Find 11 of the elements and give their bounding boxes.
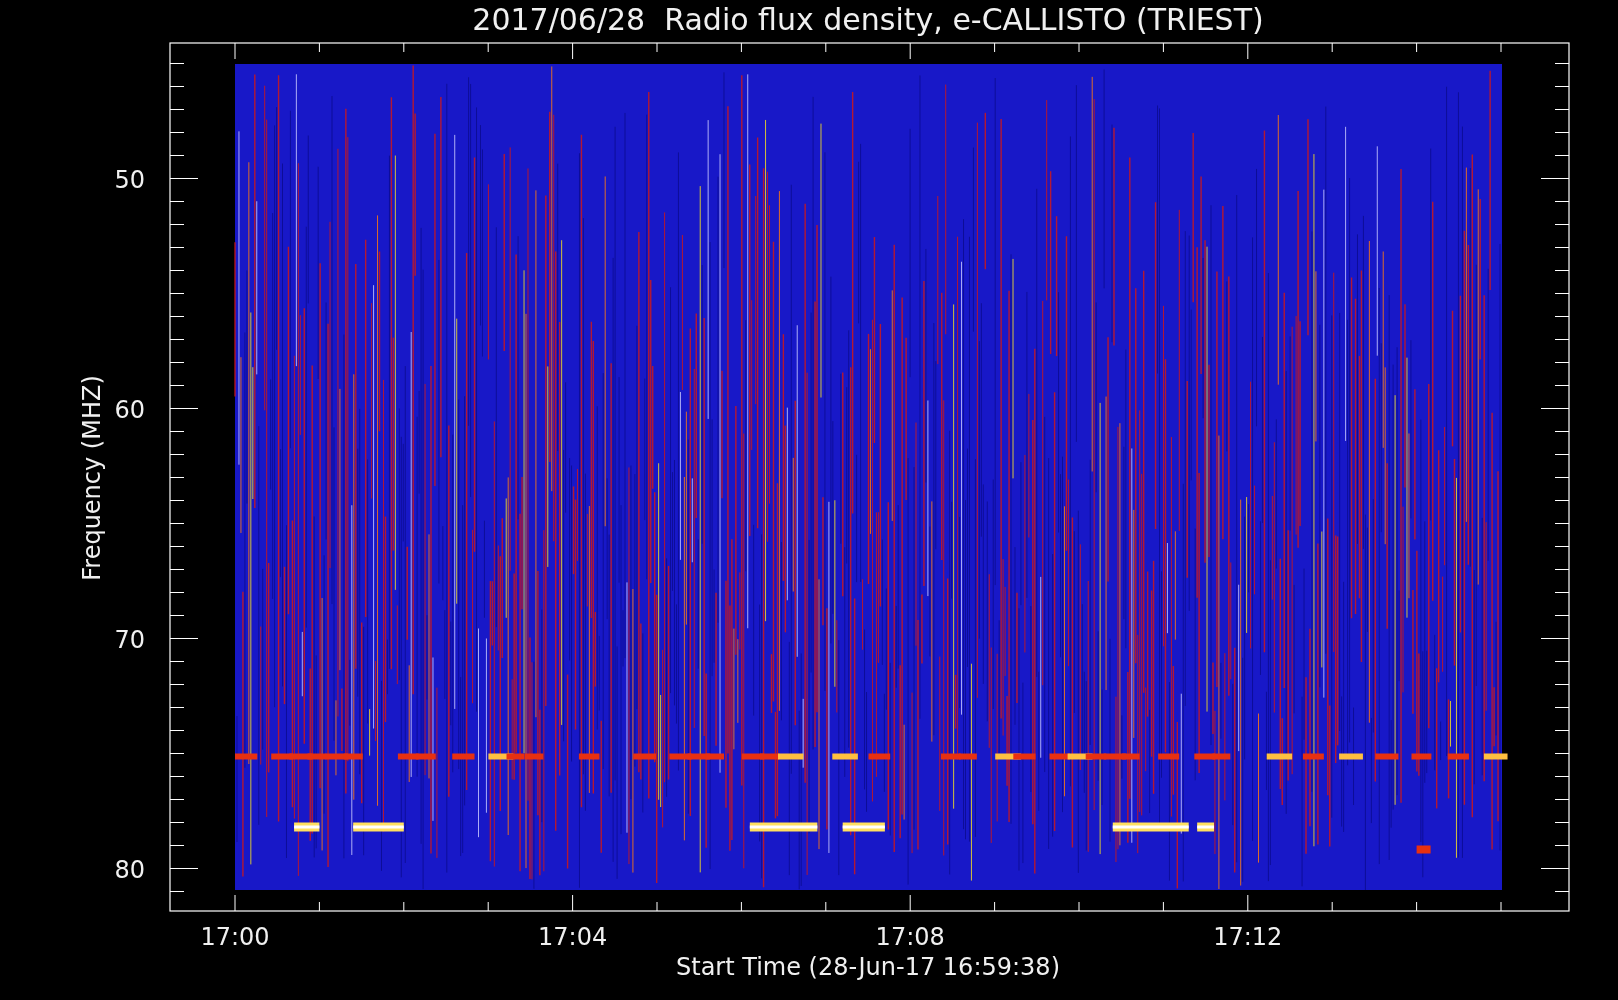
tick-label: 70 — [114, 625, 145, 654]
tick-label: 80 — [114, 855, 145, 884]
axis-title: Frequency (MHZ) — [78, 375, 106, 581]
tick-label: 17:04 — [538, 923, 608, 951]
tick-label: 60 — [114, 395, 145, 424]
tick-label: 17:08 — [875, 923, 945, 951]
axis-title: Start Time (28-Jun-17 16:59:38) — [676, 953, 1060, 981]
tick-label: 17:12 — [1213, 923, 1283, 951]
tick-label: 17:00 — [200, 923, 270, 951]
plot-title: 2017/06/28 Radio flux density, e-CALLISTO (TRIEST) — [472, 2, 1264, 37]
tick-label: 50 — [114, 165, 145, 194]
